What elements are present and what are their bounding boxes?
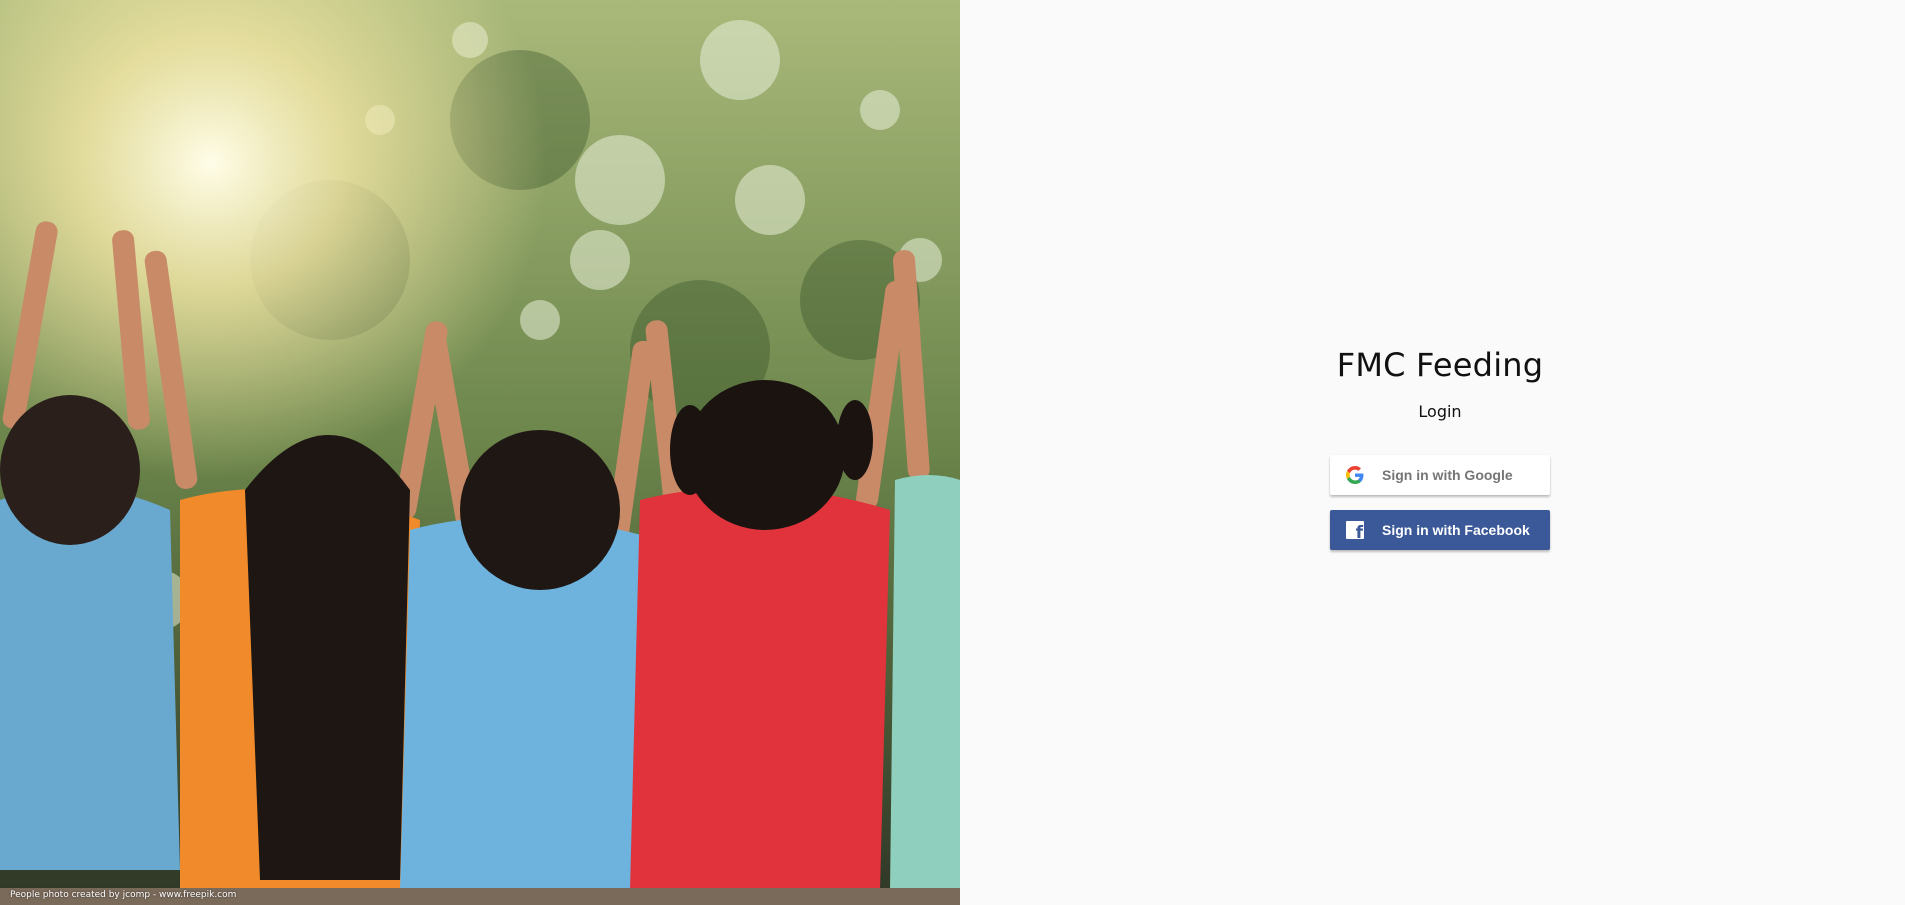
photo-credit: People photo created by jcomp - www.free… — [10, 890, 237, 900]
sign-in-google-button[interactable]: Sign in with Google — [1330, 455, 1550, 495]
app-title: FMC Feeding — [1336, 346, 1544, 384]
sign-in-facebook-button[interactable]: f Sign in with Facebook — [1330, 510, 1550, 550]
google-g-icon — [1346, 466, 1364, 484]
login-box: FMC Feeding Login Sign in with Google f … — [1330, 346, 1550, 550]
hero-image: People photo created by jcomp - www.free… — [0, 0, 960, 905]
login-panel: FMC Feeding Login Sign in with Google f … — [960, 0, 1905, 905]
hero-illustration — [0, 0, 960, 905]
facebook-button-label: Sign in with Facebook — [1382, 522, 1530, 538]
google-button-label: Sign in with Google — [1382, 467, 1513, 483]
login-subtitle: Login — [1418, 402, 1462, 421]
facebook-f-icon: f — [1346, 521, 1364, 539]
